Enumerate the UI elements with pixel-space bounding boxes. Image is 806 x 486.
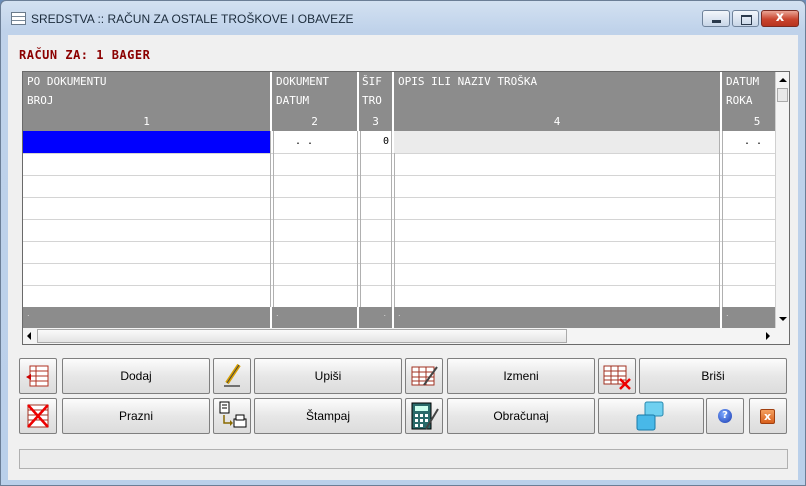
scroll-up-arrow-icon[interactable]: [779, 78, 787, 82]
column-header-5-line1: DATUM: [726, 75, 760, 88]
column-header-2-line2: DATUM: [276, 94, 310, 107]
izmeni-button[interactable]: Izmeni: [447, 358, 595, 394]
column-header-4-line1: OPIS ILI NAZIV TROŠKA: [398, 75, 538, 88]
data-grid[interactable]: PO DOKUMENTU BROJ 1 DOKUMENT DATUM 2 ŠIF…: [22, 71, 790, 345]
status-bar: [19, 449, 788, 469]
edit-table-icon: [411, 366, 438, 386]
window-switch-button[interactable]: [598, 398, 704, 434]
close-icon: x: [775, 10, 785, 25]
column-divider: [357, 131, 358, 307]
scroll-thumb[interactable]: [777, 88, 788, 102]
obracunaj-button[interactable]: Obračunaj: [447, 398, 595, 434]
cell-sifra-value: 0: [382, 136, 389, 147]
vertical-scrollbar[interactable]: [775, 72, 789, 328]
column-divider: [394, 131, 395, 307]
maximize-button[interactable]: [732, 10, 759, 27]
column-header-3[interactable]: ŠIF TRO 3: [359, 72, 394, 131]
scroll-down-arrow-icon[interactable]: [779, 317, 787, 321]
scroll-left-arrow-icon[interactable]: [27, 332, 31, 340]
delete-icon-button[interactable]: [598, 358, 636, 394]
column-header-5[interactable]: DATUM ROKA 5: [722, 72, 782, 131]
add-row-icon-button[interactable]: [19, 358, 57, 394]
write-icon-button[interactable]: [213, 358, 251, 394]
main-window: SREDSTVA :: RAČUN ZA OSTALE TROŠKOVE I O…: [0, 0, 806, 486]
minimize-button[interactable]: [702, 10, 730, 27]
row-divider: [23, 263, 775, 264]
exit-button[interactable]: x: [749, 398, 787, 434]
column-header-5-line2: ROKA: [726, 94, 753, 107]
client-area: RAČUN ZA: 1 BAGER PO DOKUMENTU BROJ 1 DO…: [8, 35, 798, 480]
column-header-2-line1: DOKUMENT: [276, 75, 329, 88]
calculate-icon-button[interactable]: [405, 398, 443, 434]
dodaj-button[interactable]: Dodaj: [62, 358, 210, 394]
column-header-2-number: 2: [311, 115, 318, 128]
column-header-4[interactable]: OPIS ILI NAZIV TROŠKA 4: [394, 72, 722, 131]
column-header-3-line2: TRO: [362, 94, 382, 107]
row-divider: [23, 285, 775, 286]
column-divider: [273, 131, 274, 307]
summary-cell-3: .: [359, 307, 394, 328]
cell-datum[interactable]: . .: [273, 131, 357, 153]
row-divider: [23, 241, 775, 242]
help-button[interactable]: ?: [706, 398, 744, 434]
row-divider: [23, 175, 775, 176]
table-row[interactable]: . . 0 . .: [23, 131, 775, 153]
windows-icon: [636, 401, 664, 431]
stampaj-button[interactable]: Štampaj: [254, 398, 402, 434]
help-symbol: ?: [722, 410, 728, 421]
cell-broj[interactable]: [23, 131, 270, 153]
print-icon-button[interactable]: [213, 398, 251, 434]
calculator-icon: [411, 402, 439, 430]
column-header-2[interactable]: DOKUMENT DATUM 2: [272, 72, 359, 131]
summary-cell-1: .: [23, 307, 272, 328]
row-divider: [23, 153, 775, 154]
print-icon: [219, 401, 247, 428]
table-app-icon: [11, 12, 26, 25]
window-title: SREDSTVA :: RAČUN ZA OSTALE TROŠKOVE I O…: [31, 12, 354, 26]
cell-datum-roka-value: . .: [744, 136, 763, 147]
column-divider: [270, 131, 271, 307]
edit-icon-button[interactable]: [405, 358, 443, 394]
summary-cell-4: .: [394, 307, 722, 328]
column-header-4-number: 4: [553, 115, 561, 128]
column-header-3-line1: ŠIF: [362, 75, 382, 88]
cell-datum-value: . .: [295, 136, 314, 147]
page-title: RAČUN ZA: 1 BAGER: [19, 48, 151, 62]
horizontal-scrollbar[interactable]: [23, 328, 789, 344]
scroll-right-arrow-icon[interactable]: [766, 332, 770, 340]
help-icon: ?: [718, 409, 732, 423]
summary-cell-5: .: [726, 309, 729, 318]
row-divider: [23, 197, 775, 198]
cell-sifra[interactable]: 0: [360, 131, 391, 153]
delete-row-icon: [603, 365, 631, 390]
cell-datum-roka[interactable]: . .: [722, 131, 775, 153]
title-bar[interactable]: SREDSTVA :: RAČUN ZA OSTALE TROŠKOVE I O…: [1, 1, 805, 35]
upisi-button[interactable]: Upiši: [254, 358, 402, 394]
horizontal-scroll-thumb[interactable]: [37, 329, 567, 343]
exit-icon: x: [760, 409, 775, 424]
summary-row: . . . . .: [23, 307, 775, 328]
column-header-3-number: 3: [372, 115, 379, 128]
column-divider: [722, 131, 723, 307]
cell-opis[interactable]: [394, 131, 719, 153]
column-header-1-line2: BROJ: [27, 94, 54, 107]
pencil-icon: [224, 363, 241, 387]
add-row-icon: [26, 365, 49, 387]
column-header-1-number: 1: [143, 115, 150, 128]
column-divider: [719, 131, 720, 307]
close-window-button[interactable]: x: [761, 10, 799, 27]
prazni-button[interactable]: Prazni: [62, 398, 210, 434]
column-divider: [391, 131, 392, 307]
exit-symbol: x: [763, 410, 772, 423]
summary-cell-2: .: [272, 307, 359, 328]
column-header-1-line1: PO DOKUMENTU: [27, 75, 107, 88]
brisi-button[interactable]: Briši: [639, 358, 787, 394]
column-divider: [360, 131, 361, 307]
row-divider: [23, 219, 775, 220]
column-header-1[interactable]: PO DOKUMENTU BROJ 1: [23, 72, 272, 131]
clear-table-icon: [27, 404, 49, 428]
clear-icon-button[interactable]: [19, 398, 57, 434]
